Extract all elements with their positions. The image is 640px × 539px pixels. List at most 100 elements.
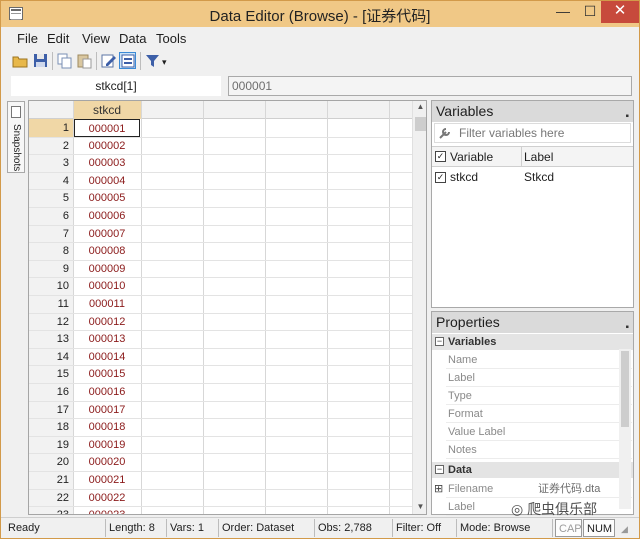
prop-type[interactable]: Type (446, 387, 632, 405)
prop-label: Notes (448, 444, 477, 456)
table-cell[interactable]: 000016 (73, 383, 141, 401)
row-number[interactable]: 18 (29, 418, 69, 436)
menu-tools[interactable]: Tools (156, 31, 186, 46)
toolbar-overflow-icon[interactable]: ▾ (162, 57, 170, 74)
row-number[interactable]: 4 (29, 172, 69, 190)
status-mode: Mode: Browse (457, 519, 553, 537)
open-icon[interactable] (12, 52, 29, 69)
row-number[interactable]: 21 (29, 471, 69, 489)
select-all-checkbox[interactable]: ✓ (435, 151, 446, 162)
row-number[interactable]: 1 (29, 119, 73, 137)
prop-notes[interactable]: Notes (446, 441, 632, 459)
row-number[interactable]: 7 (29, 225, 69, 243)
table-cell[interactable]: 000005 (73, 189, 141, 207)
data-grid[interactable]: stkcd 1 000001 2 000002 3 000003 4 000004 5 00000… (28, 100, 427, 515)
table-cell[interactable]: 000001 (74, 119, 140, 137)
variables-col-label[interactable]: Label (524, 150, 553, 164)
variable-checkbox[interactable]: ✓ (435, 172, 446, 183)
table-cell[interactable]: 000021 (73, 471, 141, 489)
row-number[interactable]: 20 (29, 453, 69, 471)
column-header-stkcd[interactable]: stkcd (73, 101, 141, 119)
status-num: NUM (583, 519, 615, 537)
table-cell[interactable]: 000006 (73, 207, 141, 225)
cell-bar: stkcd[1] 000001 (1, 74, 639, 98)
table-cell[interactable]: 000002 (73, 137, 141, 155)
save-icon[interactable] (32, 52, 49, 69)
table-cell[interactable]: 000014 (73, 348, 141, 366)
minimize-button[interactable]: — (549, 1, 577, 23)
resize-grip-icon[interactable]: ◢ (621, 524, 628, 535)
variables-pane-title: Variables ▪ (432, 101, 633, 122)
wechat-icon: ◎ (511, 501, 524, 517)
prop-value-label[interactable]: Value Label (446, 423, 632, 441)
collapse-icon[interactable]: − (435, 465, 444, 474)
table-cell[interactable]: 000019 (73, 436, 141, 454)
filter-icon[interactable] (144, 52, 161, 69)
menu-data[interactable]: Data (119, 31, 146, 46)
prop-format[interactable]: Format (446, 405, 632, 423)
row-number[interactable]: 23 (29, 506, 69, 514)
row-number[interactable]: 10 (29, 277, 69, 295)
filter-variables-input[interactable]: Filter variables here (434, 123, 631, 143)
row-number[interactable]: 3 (29, 154, 69, 172)
row-number[interactable]: 2 (29, 137, 69, 155)
table-cell[interactable]: 000015 (73, 365, 141, 383)
status-cap: CAP (555, 519, 582, 537)
scroll-down-icon[interactable]: ▼ (415, 502, 426, 511)
row-number[interactable]: 22 (29, 489, 69, 507)
row-number[interactable]: 14 (29, 348, 69, 366)
browse-icon[interactable] (119, 52, 136, 69)
table-cell[interactable]: 000008 (73, 242, 141, 260)
table-cell[interactable]: 000009 (73, 260, 141, 278)
edit-icon[interactable] (100, 52, 117, 69)
cell-name-box[interactable]: stkcd[1] (11, 76, 221, 96)
row-number[interactable]: 17 (29, 401, 69, 419)
table-cell[interactable]: 000023 (73, 506, 141, 514)
row-number[interactable]: 5 (29, 189, 69, 207)
collapse-icon[interactable]: − (435, 337, 444, 346)
variable-row-stkcd[interactable]: ✓ stkcd Stkcd (432, 169, 633, 187)
row-number[interactable]: 13 (29, 330, 69, 348)
cell-value-field[interactable]: 000001 (228, 76, 632, 96)
row-number[interactable]: 8 (29, 242, 69, 260)
row-number[interactable]: 19 (29, 436, 69, 454)
table-cell[interactable]: 000010 (73, 277, 141, 295)
status-ready: Ready (8, 522, 40, 534)
table-cell[interactable]: 000012 (73, 313, 141, 331)
row-number[interactable]: 12 (29, 313, 69, 331)
table-cell[interactable]: 000011 (73, 295, 141, 313)
prop-name[interactable]: Name (446, 351, 632, 369)
table-cell[interactable]: 000004 (73, 172, 141, 190)
copy-icon[interactable] (56, 52, 73, 69)
expand-icon[interactable]: ⊞ (434, 480, 443, 498)
table-cell[interactable]: 000018 (73, 418, 141, 436)
menu-file[interactable]: File (17, 31, 38, 46)
variables-col-variable[interactable]: Variable (450, 150, 493, 164)
row-number[interactable]: 6 (29, 207, 69, 225)
table-cell[interactable]: 000003 (73, 154, 141, 172)
scroll-up-icon[interactable]: ▲ (415, 102, 426, 111)
row-number[interactable]: 9 (29, 260, 69, 278)
menu-edit[interactable]: Edit (47, 31, 69, 46)
prop-label-row[interactable]: Label (446, 369, 632, 387)
section-data[interactable]: − Data (432, 462, 633, 478)
scroll-thumb[interactable] (415, 117, 426, 131)
snapshots-tab[interactable]: Snapshots (7, 101, 25, 173)
table-cell[interactable]: 000017 (73, 401, 141, 419)
row-number[interactable]: 15 (29, 365, 69, 383)
scroll-thumb[interactable] (621, 351, 629, 427)
properties-scrollbar[interactable] (619, 349, 631, 509)
table-cell[interactable]: 000007 (73, 225, 141, 243)
grid-vertical-scrollbar[interactable]: ▲ ▼ (412, 101, 426, 514)
maximize-button[interactable]: ☐ (576, 1, 604, 23)
paste-icon[interactable] (76, 52, 93, 69)
close-button[interactable]: ✕ (601, 1, 639, 23)
row-number[interactable]: 16 (29, 383, 69, 401)
table-cell[interactable]: 000013 (73, 330, 141, 348)
prop-filename[interactable]: ⊞ Filename 证券代码.dta (434, 480, 632, 498)
row-number[interactable]: 11 (29, 295, 69, 313)
table-cell[interactable]: 000022 (73, 489, 141, 507)
menu-view[interactable]: View (82, 31, 110, 46)
section-variables[interactable]: − Variables (432, 334, 633, 350)
table-cell[interactable]: 000020 (73, 453, 141, 471)
